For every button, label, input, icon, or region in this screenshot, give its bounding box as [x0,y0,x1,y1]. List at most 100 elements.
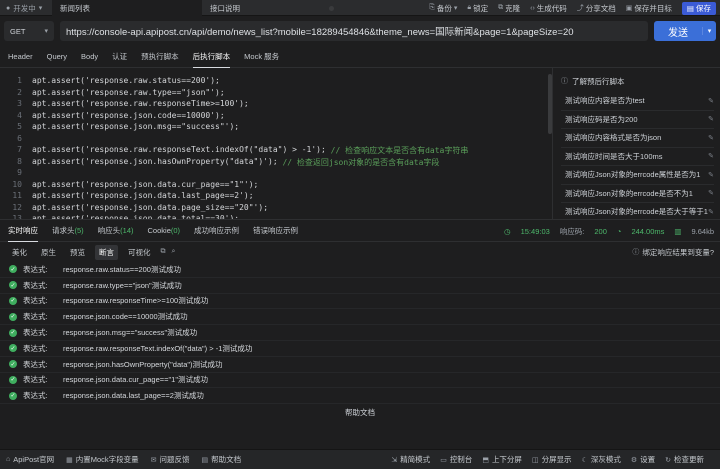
tab-header[interactable]: Header [8,46,33,68]
lock-button[interactable]: 🔒︎ 锁定 [467,3,488,14]
snippet-item[interactable]: 测试响应Json对象的errcode是否大于等于1 ✎ [561,203,714,219]
console-button[interactable]: ▭ 控制台 [440,454,472,465]
view-visualize[interactable]: 可视化 [124,245,155,260]
moon-icon: ☾ [581,456,588,464]
code-line[interactable]: 5 apt.assert('response.json.msg=="success… [0,122,548,134]
url-input[interactable]: https://console-api.apipost.cn/api/demo/… [60,21,648,41]
tab-api-doc[interactable]: 接口说明 [202,0,342,16]
code-text: apt.assert('response.json.code==10000'); [32,110,225,120]
snippet-item[interactable]: 测试响应码是否为200 ✎ [561,111,714,129]
code-line[interactable]: 4 apt.assert('response.json.code==10000')… [0,111,548,123]
request-tabs: Header Query Body 认证 预执行脚本 后执行脚本 Mock 服务 [0,46,720,68]
send-button[interactable]: 发送 ▾ [654,21,716,41]
code-line[interactable]: 11 apt.assert('response.json.data.last_pa… [0,191,548,203]
edit-icon[interactable]: ✎ [708,134,714,142]
help-link[interactable]: ▤ 帮助文档 [202,454,242,465]
clone-button[interactable]: ⧉ 克隆 [498,3,520,14]
check-circle-icon: ✓ [9,391,17,400]
snippet-header[interactable]: ⓘ 了解预后行脚本 [561,74,714,88]
snippet-item[interactable]: 测试响应Json对象的errcode是否不为1 ✎ [561,185,714,203]
code-line[interactable]: 2 apt.assert('response.raw.type=="json"')… [0,88,548,100]
compact-mode-toggle[interactable]: ⇲ 精简模式 [391,454,430,465]
check-circle-icon: ✓ [9,312,17,321]
view-assert[interactable]: 断言 [95,244,118,260]
bind-variable-link[interactable]: ⓘ 绑定响应结果到变量? [632,242,714,262]
share-icon: ⤴ [576,5,584,12]
tab-cookie[interactable]: Cookie (0) [148,220,181,242]
edit-icon[interactable]: ✎ [708,208,714,216]
generate-code-button[interactable]: ‹› 生成代码 [530,3,567,14]
send-dropdown-icon[interactable]: ▾ [702,27,716,35]
assert-result-row: ✓ 表达式: response.json.code==10000测试成功 [0,309,720,326]
backup-icon: ⎘ [429,4,435,11]
snippet-item[interactable]: 测试响应内容是否为test ✎ [561,92,714,111]
line-number: 5 [17,122,22,131]
copy-icon[interactable]: ⧉ [161,248,166,256]
search-icon[interactable]: ⌕ [172,248,176,256]
snippet-item[interactable]: 测试响应Json对象的errcode属性是否为1 ✎ [561,166,714,185]
split-view-button[interactable]: ◫ 分屏显示 [532,454,572,465]
tab-response-headers[interactable]: 响应头 (14) [98,220,134,242]
assert-result-row: ✓ 表达式: response.raw.responseTime>=100测试成功 [0,294,720,310]
check-update-button[interactable]: ↻ 检查更新 [665,454,704,465]
compact-icon: ⇲ [391,456,398,464]
console-icon: ▭ [440,456,447,464]
edit-icon[interactable]: ✎ [708,115,714,123]
view-preview[interactable]: 预览 [66,245,89,260]
edit-icon[interactable]: ✎ [708,171,714,179]
view-beautify[interactable]: 美化 [8,245,31,260]
tab-request-headers[interactable]: 请求头 (5) [52,220,84,242]
tab-realtime-response[interactable]: 实时响应 [8,220,38,242]
settings-button[interactable]: ⚙ 设置 [631,454,655,465]
edit-icon[interactable]: ✎ [708,189,714,197]
book-icon: ▤ [201,456,209,464]
tab-error-example[interactable]: 错误响应示例 [253,220,298,242]
official-site-link[interactable]: ⌂ ApiPost官网 [6,454,54,465]
save-target-button[interactable]: ▣ 保存并目标 [626,3,672,14]
edit-icon[interactable]: ✎ [708,97,714,105]
method-select[interactable]: GET ▾ [4,21,54,41]
split-vertical-button[interactable]: ⬒ 上下分屏 [482,454,522,465]
save-button[interactable]: ▤ 保存 [681,1,716,15]
line-number: 11 [12,191,22,200]
code-line[interactable]: 7 apt.assert('response.raw.responseText.i… [0,145,548,157]
tab-success-example[interactable]: 成功响应示例 [194,220,239,242]
line-number: 6 [17,133,22,143]
feedback-link[interactable]: ✉ 问题反馈 [151,454,190,465]
line-number: 4 [17,110,22,120]
snippet-label: 测试响应Json对象的errcode属性是否为1 [565,170,701,180]
backup-button[interactable]: ⎘ 备份 ▾ [429,3,457,14]
tab-post-script[interactable]: 后执行脚本 [192,46,231,68]
code-line[interactable]: 3 apt.assert('response.raw.responseTime>=… [0,99,548,111]
clock-icon: ◷ [504,226,511,236]
tab-mock[interactable]: Mock 服务 [244,46,279,68]
tab-body[interactable]: Body [81,46,98,68]
code-line[interactable]: 6 [0,134,548,146]
tab-close-icon[interactable] [329,5,334,11]
tab-query[interactable]: Query [47,46,67,68]
tab-auth[interactable]: 认证 [112,46,127,68]
check-circle-icon: ✓ [9,265,17,274]
code-line[interactable]: 10 apt.assert('response.json.data.cur_pag… [0,180,548,192]
code-line[interactable]: 12 apt.assert('response.json.data.page_si… [0,203,548,215]
environment-selector[interactable]: ● 开发中 ▾ [0,0,52,16]
tab-pre-script[interactable]: 预执行脚本 [141,46,179,68]
help-doc-link[interactable]: 帮助文档 [0,406,720,418]
expression-label: 表达式: [23,343,48,353]
code-line[interactable]: 1 apt.assert('response.raw.status==200'); [0,76,548,88]
tab-news-list[interactable]: 新闻列表 [52,0,202,16]
code-line[interactable]: 9 [0,168,548,180]
line-number: 2 [17,87,22,97]
view-raw[interactable]: 原生 [37,245,60,260]
response-meta: ◷ 15:49:03 响应码: 200 ◔ 244.00ms ▥ 9.64kb [504,220,714,242]
code-line[interactable]: 8 apt.assert('response.json.hasOwnPropert… [0,157,548,169]
dark-mode-toggle[interactable]: ☾ 深灰模式 [582,454,621,465]
edit-icon[interactable]: ✎ [708,152,714,160]
assert-result-text: response.raw.type=="json"测试成功 [63,280,182,290]
snippet-item[interactable]: 测试响应内容格式是否为json ✎ [561,129,714,148]
code-line[interactable]: 13 apt.assert('response.json.data.total==… [0,214,548,219]
share-doc-button[interactable]: ⤴ 分享文档 [577,3,616,14]
mock-vars-link[interactable]: ▦ 内置Mock字段变量 [66,454,139,465]
code-editor[interactable]: 1 apt.assert('response.raw.status==200');… [0,68,548,219]
snippet-item[interactable]: 测试响应时间是否大于100ms ✎ [561,148,714,166]
